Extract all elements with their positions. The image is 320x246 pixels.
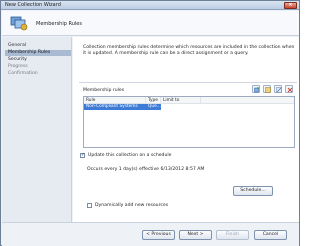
edit-icon	[276, 87, 282, 93]
cell-limit: <unlimited>	[163, 104, 191, 109]
column-header-rule[interactable]: Rule	[84, 97, 146, 104]
wizard-header: Membership Rules	[2, 11, 299, 36]
schedule-summary: Occurs every 1 day(s) effective 6/13/201…	[87, 167, 205, 172]
nav-item-progress: Progress	[8, 64, 28, 69]
cell-type: Que...	[148, 104, 161, 109]
column-header-limit[interactable]: Limit to	[161, 97, 201, 104]
delete-rule-button[interactable]	[285, 85, 293, 93]
rules-description: Collection membership rules determine wh…	[83, 45, 295, 57]
cell-rule: Non-Compliant Systems	[86, 104, 138, 109]
next-button[interactable]: Next >	[179, 230, 212, 240]
properties-rule-button[interactable]	[263, 85, 271, 93]
add-rule-button[interactable]	[252, 85, 260, 93]
membership-rules-label: Membership rules	[83, 88, 125, 93]
update-schedule-label: Update this collection on a schedule	[88, 153, 172, 158]
nav-item-confirmation: Confirmation	[8, 71, 38, 76]
content-pane: Collection membership rules determine wh…	[73, 37, 299, 222]
rules-table[interactable]: Rule Type Limit to Non-Compliant Systems…	[83, 96, 295, 148]
add-rule-icon	[254, 87, 259, 93]
properties-icon	[265, 87, 271, 93]
column-header-type[interactable]: Type	[146, 97, 161, 104]
window-title: New Collection Wizard	[5, 2, 61, 8]
delete-icon	[287, 87, 293, 93]
previous-button[interactable]: < Previous	[142, 230, 175, 240]
dynamic-add-label: Dynamically add new resources	[95, 203, 169, 208]
page-title: Membership Rules	[36, 21, 82, 27]
wizard-window: New Collection Wizard × Membership Rules…	[0, 0, 300, 246]
update-schedule-checkbox[interactable]: ✓	[80, 153, 85, 158]
wizard-nav: General Membership Rules Security Progre…	[2, 37, 72, 222]
wizard-footer: < Previous Next > Finish Cancel	[2, 222, 299, 246]
nav-item-general[interactable]: General	[5, 43, 71, 49]
close-icon: ×	[288, 2, 293, 8]
finish-button: Finish	[216, 230, 249, 240]
nav-item-membership-rules[interactable]: Membership Rules	[5, 50, 71, 56]
close-button[interactable]: ×	[284, 2, 297, 9]
title-bar: New Collection Wizard ×	[1, 1, 299, 10]
check-icon: ✓	[81, 152, 86, 158]
collection-wizard-icon	[10, 16, 28, 31]
nav-item-security[interactable]: Security	[5, 57, 71, 63]
dynamic-add-checkbox[interactable]	[87, 203, 92, 208]
schedule-button[interactable]: Schedule...	[233, 186, 273, 196]
cancel-button[interactable]: Cancel	[254, 230, 287, 240]
edit-rule-button[interactable]	[274, 85, 282, 93]
